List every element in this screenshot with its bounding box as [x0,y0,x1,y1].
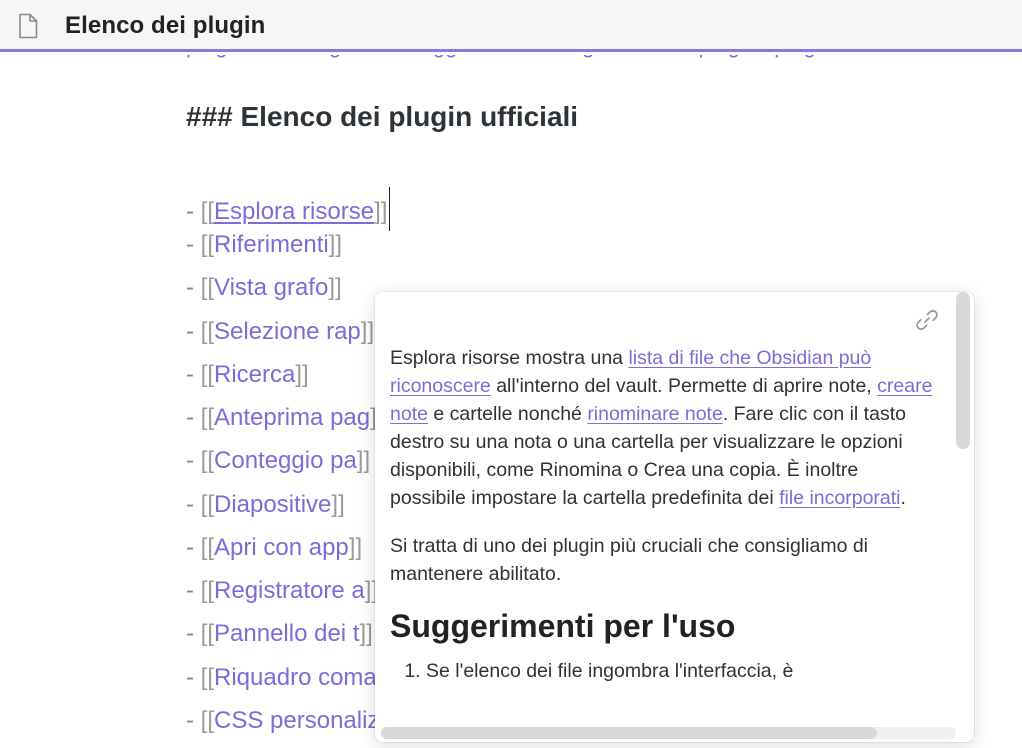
link-bracket: [[ [200,447,215,474]
link-icon[interactable] [913,306,941,334]
list-suffix: ]] [295,361,309,388]
list-prefix: - [[ [186,318,214,345]
link-bracket: [[ [200,491,215,518]
list-dash: - [186,664,201,691]
list-prefix: - [[ [186,707,214,734]
list-prefix: - [[ [186,361,214,388]
markdown-editor[interactable]: plugin that integrate to suggest somethi… [0,55,1022,748]
list-prefix: - [[ [186,664,214,691]
link-rename-notes[interactable]: rinominare note [587,403,723,425]
vertical-scrollbar-thumb[interactable] [956,292,970,449]
internal-link[interactable]: Diapositive [214,491,331,518]
list-prefix: - [[ [186,404,214,431]
link-bracket: [[ [200,404,215,431]
internal-link[interactable]: Pannello dei t [214,620,359,647]
list-item: - [[Vista grafo]] [186,273,342,303]
link-bracket: [[ [200,707,215,734]
popover-content: Esplora risorse mostra una lista di file… [390,344,935,685]
list-prefix: - [[ [186,577,214,604]
popover-paragraph-1: Esplora risorse mostra una lista di file… [390,344,935,512]
internal-link[interactable]: Conteggio pa [214,447,357,474]
list-prefix: - [[ [186,620,214,647]
list-item: - [[Diapositive]] [186,490,345,520]
list-prefix: - [[ [186,447,214,474]
horizontal-scrollbar-thumb[interactable] [381,727,877,739]
internal-link[interactable]: Selezione rap [214,318,361,345]
list-item: - [[Ricerca]] [186,360,309,390]
list-suffix: ]] [359,620,373,647]
popover-heading: Suggerimenti per l'uso [390,608,736,644]
internal-link[interactable]: Riferimenti [214,231,329,258]
tab-title: Elenco dei plugin [65,12,266,39]
internal-link[interactable]: Registratore a [214,577,365,604]
list-item: - [[Selezione rap]] [186,317,374,347]
popover-paragraph-2: Si tratta di uno dei plugin più cruciali… [390,535,869,585]
list-dash: - [186,577,201,604]
tips-list: Se l'elenco dei file ingombra l'interfac… [390,657,935,685]
list-dash: - [186,231,201,258]
list-dash: - [186,404,201,431]
internal-link[interactable]: Anteprima pag [214,404,370,431]
list-dash: - [186,361,201,388]
list-dash: - [186,491,201,518]
list-dash: - [186,198,201,225]
list-dash: - [186,534,201,561]
para-text: Esplora risorse mostra una [390,347,629,369]
list-dash: - [186,274,201,301]
link-bracket: [[ [200,577,215,604]
list-suffix: ]] [328,274,342,301]
para-text: all'interno del vault. Permette di aprir… [490,375,878,397]
list-suffix: ]] [348,534,363,561]
list-dash: - [186,620,201,647]
text-cursor [389,187,391,231]
list-prefix: - [[ [186,534,214,561]
internal-link[interactable]: Vista grafo [214,274,328,301]
list-item: - [[Riferimenti]] [186,230,342,260]
para-text: . [900,487,906,509]
link-bracket: [[ [200,620,215,647]
tips-list-item: Se l'elenco dei file ingombra l'interfac… [426,657,935,685]
list-prefix: - [[ [186,198,214,225]
clipped-text-line: plugin that integrate to suggest somethi… [186,55,986,59]
editor-heading: ### Elenco dei plugin ufficiali [186,101,579,132]
link-bracket: [[ [200,274,215,301]
list-suffix: ]] [360,318,375,345]
para-text: e cartelle nonché [427,403,588,425]
link-embedded-files[interactable]: file incorporati [779,487,900,509]
link-bracket: [[ [200,664,215,691]
link-bracket: [[ [200,318,215,345]
list-suffix: ]] [374,198,388,225]
link-bracket: [[ [200,198,215,225]
tab-header: Elenco dei plugin [0,0,1022,52]
list-suffix: ]] [331,491,345,518]
list-prefix: - [[ [186,274,214,301]
list-dash: - [186,707,201,734]
list-prefix: - [[ [186,491,214,518]
list-suffix: ]] [328,231,343,258]
internal-link[interactable]: Apri con app [214,534,349,561]
list-item: - [[Esplora risorse]] [186,187,391,231]
list-item: - [[Pannello dei t]] [186,619,373,649]
list-item: - [[Apri con app]] [186,533,362,563]
list-dash: - [186,318,201,345]
internal-link[interactable]: Ricerca [214,361,295,388]
link-bracket: [[ [200,231,215,258]
link-preview-popover[interactable]: Esplora risorse mostra una lista di file… [375,292,974,742]
list-dash: - [186,447,201,474]
list-item: - [[Anteprima pag]] [186,403,383,433]
link-bracket: [[ [200,361,215,388]
list-item: - [[Conteggio pa]] [186,446,370,476]
link-bracket: [[ [200,534,215,561]
list-suffix: ]] [356,447,371,474]
file-icon [19,13,38,39]
list-item: - [[Registratore a]] [186,576,378,606]
internal-link[interactable]: Esplora risorse [214,198,374,225]
list-prefix: - [[ [186,231,214,258]
